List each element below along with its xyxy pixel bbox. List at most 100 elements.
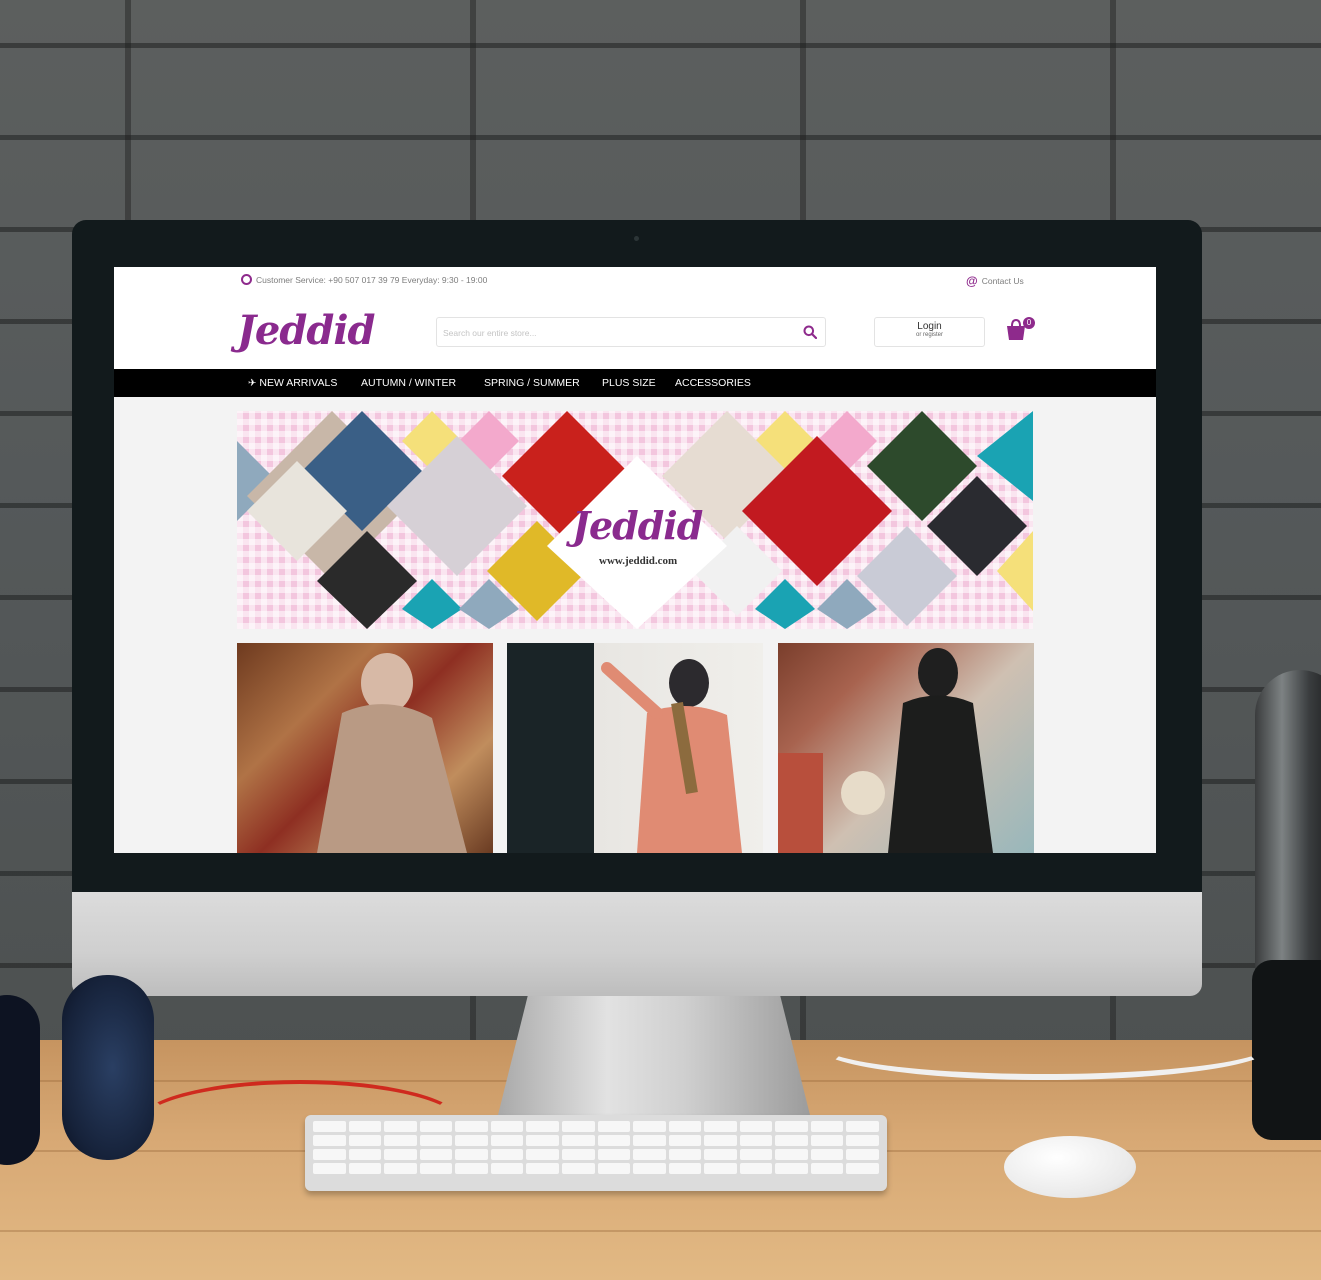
- nav-label: NEW ARRIVALS: [259, 377, 338, 389]
- keyboard-key: [348, 1121, 382, 1132]
- search-icon[interactable]: [803, 325, 817, 339]
- keyboard-key: [561, 1149, 595, 1160]
- search-input[interactable]: [443, 323, 793, 342]
- keyboard-key: [313, 1149, 346, 1160]
- nav-plus-size[interactable]: PLUS SIZE: [602, 369, 656, 397]
- headphone-cup: [0, 995, 40, 1165]
- keyboard-key: [455, 1163, 488, 1174]
- login-button[interactable]: Login or register: [874, 317, 985, 347]
- keyboard-key: [384, 1149, 417, 1160]
- keyboard-key: [526, 1135, 559, 1146]
- keyboard-key: [313, 1121, 346, 1132]
- keyboard-key: [455, 1135, 488, 1146]
- keyboard-key: [668, 1163, 702, 1174]
- keyboard-key: [490, 1163, 524, 1174]
- keyboard-key: [597, 1135, 631, 1146]
- customer-service-text: Customer Service: +90 507 017 39 79 Ever…: [256, 274, 488, 285]
- cart-button[interactable]: 0: [1003, 317, 1035, 344]
- register-label: or register: [915, 332, 943, 338]
- search-bar[interactable]: [436, 317, 826, 347]
- monitor-stand: [498, 990, 810, 1115]
- site-logo[interactable]: Jeddid: [237, 307, 375, 354]
- keyboard-key: [739, 1163, 773, 1174]
- keyboard-key: [775, 1163, 808, 1174]
- camera-icon: [634, 236, 639, 241]
- keyboard-key: [704, 1135, 737, 1146]
- keyboard-key: [597, 1149, 631, 1160]
- keyboard-key: [490, 1149, 524, 1160]
- keyboard-key: [419, 1163, 453, 1174]
- keyboard-key: [633, 1121, 666, 1132]
- main-nav: ✈ NEW ARRIVALS AUTUMN / WINTER SPRING / S…: [114, 369, 1156, 397]
- promo-tile-black-abaya[interactable]: [778, 643, 1034, 853]
- keyboard-key: [704, 1163, 737, 1174]
- keyboard-key: [313, 1163, 346, 1174]
- keyboard-key: [633, 1163, 666, 1174]
- keyboard-key: [846, 1121, 879, 1132]
- keyboard-key: [633, 1135, 666, 1146]
- keyboard-key: [739, 1135, 773, 1146]
- keyboard-key: [313, 1135, 346, 1146]
- power-cable: [815, 1010, 1275, 1080]
- login-label: Login: [917, 321, 942, 332]
- keyboard-key: [668, 1149, 702, 1160]
- keyboard-key: [810, 1149, 844, 1160]
- at-icon: @: [966, 274, 978, 288]
- keyboard-key: [384, 1135, 417, 1146]
- keyboard-key: [561, 1163, 595, 1174]
- banner-logo: Jeddid: [572, 503, 703, 548]
- keyboard-key: [526, 1121, 559, 1132]
- mouse: [1004, 1136, 1136, 1198]
- keyboard-key: [526, 1149, 559, 1160]
- keyboard-key: [419, 1135, 453, 1146]
- keyboard-key: [561, 1121, 595, 1132]
- keyboard-key: [419, 1121, 453, 1132]
- keyboard-key: [668, 1135, 702, 1146]
- keyboard-key: [384, 1121, 417, 1132]
- keyboard-key: [810, 1135, 844, 1146]
- nav-new-arrivals[interactable]: ✈ NEW ARRIVALS: [248, 369, 337, 397]
- keyboard-key: [455, 1121, 488, 1132]
- monitor-chin: [72, 890, 1202, 996]
- keyboard-key: [597, 1163, 631, 1174]
- tile-photo: [778, 648, 993, 853]
- browser-viewport: Customer Service: +90 507 017 39 79 Ever…: [114, 267, 1156, 853]
- keyboard-key: [561, 1135, 595, 1146]
- keyboard-key: [846, 1135, 879, 1146]
- keyboard-key: [810, 1121, 844, 1132]
- contact-link[interactable]: @ Contact Us: [966, 274, 1024, 288]
- tile-photo: [317, 653, 467, 853]
- tile-photo: [601, 659, 742, 853]
- keyboard: [305, 1115, 887, 1191]
- keyboard-key: [775, 1121, 808, 1132]
- keyboard-key: [348, 1149, 382, 1160]
- hero-banner[interactable]: Jeddid www.jeddid.com: [237, 411, 1033, 629]
- keyboard-key: [490, 1121, 524, 1132]
- contact-text[interactable]: Contact Us: [982, 276, 1024, 286]
- plane-icon: ✈: [248, 378, 257, 389]
- nav-spring-summer[interactable]: SPRING / SUMMER: [484, 369, 580, 397]
- nav-accessories[interactable]: ACCESSORIES: [675, 369, 751, 397]
- keyboard-key: [846, 1163, 879, 1174]
- site-header: Customer Service: +90 507 017 39 79 Ever…: [114, 267, 1156, 369]
- promo-tile-coral-dress[interactable]: [507, 643, 763, 853]
- keyboard-key: [348, 1135, 382, 1146]
- keyboard-key: [526, 1163, 559, 1174]
- promo-tile-evening-dress[interactable]: [237, 643, 493, 853]
- phone-icon: [241, 274, 252, 285]
- cart-count-badge: 0: [1023, 317, 1035, 329]
- keyboard-key: [810, 1163, 844, 1174]
- keyboard-key: [739, 1121, 773, 1132]
- customer-service-info: Customer Service: +90 507 017 39 79 Ever…: [241, 274, 487, 285]
- keyboard-key: [775, 1149, 808, 1160]
- keyboard-key: [775, 1135, 808, 1146]
- keyboard-key: [739, 1149, 773, 1160]
- keyboard-key: [597, 1121, 631, 1132]
- keyboard-key: [455, 1149, 488, 1160]
- nav-autumn-winter[interactable]: AUTUMN / WINTER: [361, 369, 456, 397]
- keyboard-key: [846, 1149, 879, 1160]
- keyboard-key: [633, 1149, 666, 1160]
- keyboard-key: [419, 1149, 453, 1160]
- keyboard-key: [348, 1163, 382, 1174]
- keyboard-key: [490, 1135, 524, 1146]
